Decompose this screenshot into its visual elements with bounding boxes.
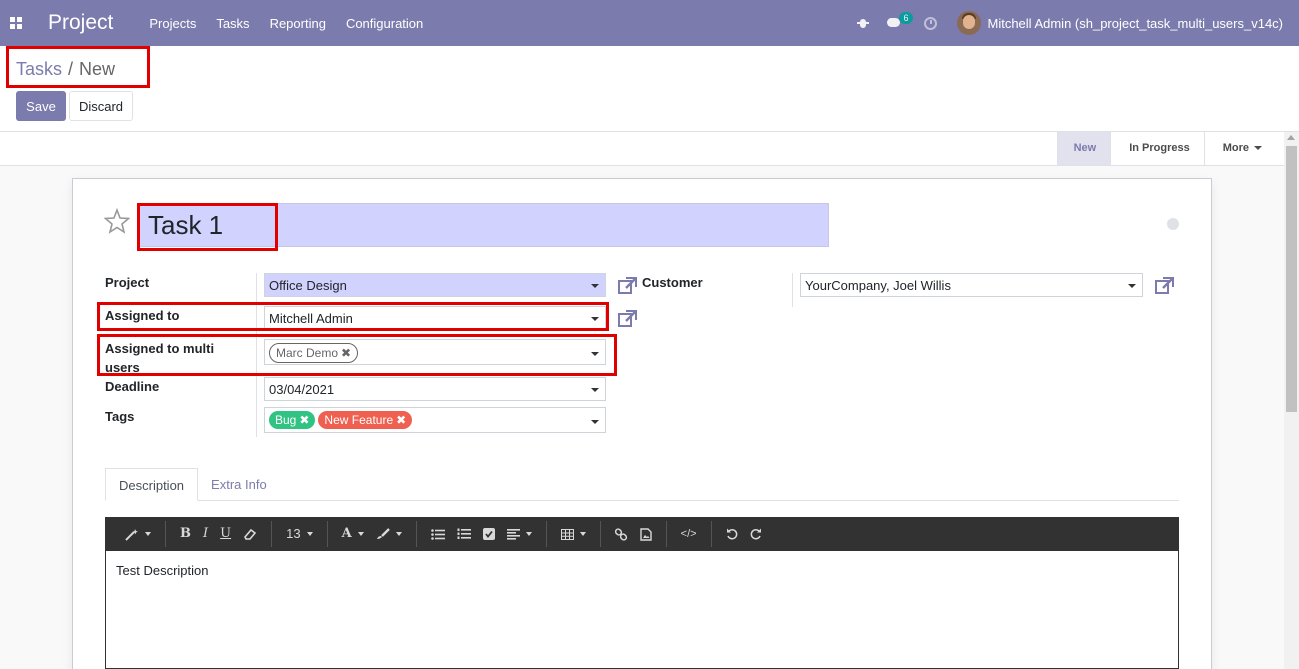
debug-bug-icon[interactable]	[857, 17, 870, 29]
font-size-dropdown[interactable]: 13	[280, 521, 318, 547]
tags-select[interactable]: Bug ✖ New Feature ✖	[264, 407, 606, 433]
control-panel: Tasks / New Save Discard	[0, 46, 1299, 132]
stage-in-progress[interactable]: In Progress	[1110, 132, 1204, 165]
highlight-brush-icon[interactable]	[370, 521, 408, 547]
toolbar-group-history	[712, 521, 776, 547]
vertical-scrollbar[interactable]	[1284, 132, 1299, 669]
italic-icon[interactable]: I	[197, 521, 214, 547]
external-link-icon[interactable]	[1155, 277, 1174, 294]
apps-menu-icon[interactable]	[10, 17, 22, 29]
top-navbar: Project Projects Tasks Reporting Configu…	[0, 0, 1299, 46]
external-link-icon[interactable]	[618, 310, 637, 327]
description-editor[interactable]: Test Description	[105, 551, 1179, 669]
save-button[interactable]: Save	[16, 91, 66, 121]
bullet-list-icon[interactable]	[425, 521, 451, 547]
remove-tag-icon[interactable]: ✖	[396, 413, 406, 427]
magic-wand-icon[interactable]	[119, 521, 157, 547]
stage-selector: New In Progress More	[1056, 132, 1276, 165]
chevron-down-icon	[145, 532, 151, 536]
toolbar-group-font: B I U	[166, 521, 273, 547]
stage-new[interactable]: New	[1056, 132, 1111, 165]
table-icon[interactable]	[555, 521, 592, 547]
messaging-count-badge: 6	[899, 12, 913, 24]
stage-more-label: More	[1222, 142, 1249, 154]
align-icon[interactable]	[501, 521, 538, 547]
deadline-label: Deadline	[105, 379, 160, 394]
tab-extra-info[interactable]: Extra Info	[198, 468, 280, 501]
eraser-icon[interactable]	[237, 521, 263, 547]
messaging-icon[interactable]: 6	[887, 12, 913, 29]
user-avatar[interactable]	[957, 11, 982, 35]
numbered-list-icon[interactable]	[451, 521, 477, 547]
link-icon[interactable]	[609, 521, 634, 547]
deadline-value: 03/04/2021	[269, 382, 335, 397]
chevron-down-icon	[306, 532, 313, 536]
customer-label: Customer	[642, 275, 703, 290]
highlight-box-title	[137, 203, 278, 251]
toolbar-group-insert	[601, 521, 667, 547]
scroll-up-arrow-icon[interactable]	[1287, 135, 1295, 140]
chevron-down-icon	[579, 532, 586, 536]
user-menu-name[interactable]: Mitchell Admin (sh_project_task_multi_us…	[987, 16, 1283, 31]
scrollbar-thumb[interactable]	[1286, 146, 1297, 412]
chevron-down-icon	[1254, 146, 1262, 151]
toolbar-group-color: A	[328, 521, 417, 547]
activity-clock-icon[interactable]	[924, 16, 938, 30]
undo-icon[interactable]	[720, 521, 744, 547]
description-content: Test Description	[116, 563, 209, 578]
image-icon[interactable]	[634, 521, 658, 547]
menu-tasks[interactable]: Tasks	[216, 16, 249, 31]
tab-description[interactable]: Description	[105, 468, 199, 501]
toolbar-group-style	[111, 521, 166, 547]
highlight-box-multi-users	[97, 334, 617, 376]
bold-icon[interactable]: B	[174, 521, 197, 547]
toolbar-group-code: </>	[667, 521, 712, 547]
customer-value: YourCompany, Joel Willis	[805, 278, 951, 293]
toolbar-group-lists	[417, 521, 547, 547]
stage-more-dropdown[interactable]: More	[1203, 132, 1276, 165]
font-color-icon[interactable]: A	[336, 521, 370, 547]
app-title: Project	[48, 11, 114, 34]
tags-label: Tags	[105, 409, 135, 424]
redo-icon[interactable]	[744, 521, 768, 547]
highlight-box-breadcrumb	[6, 46, 150, 88]
chevron-down-icon	[395, 532, 402, 536]
dropdown-arrow-icon	[591, 284, 599, 288]
project-select[interactable]: Office Design	[264, 273, 606, 297]
customer-select[interactable]: YourCompany, Joel Willis	[800, 273, 1143, 297]
toolbar-group-table	[547, 521, 601, 547]
deadline-datepicker[interactable]: 03/04/2021	[264, 377, 606, 401]
project-label: Project	[105, 275, 150, 290]
font-size-value: 13	[286, 526, 301, 541]
tag-bug: Bug ✖	[269, 411, 316, 429]
star-priority-icon[interactable]	[104, 208, 130, 234]
dropdown-arrow-icon	[1128, 284, 1136, 288]
chevron-down-icon	[525, 532, 532, 536]
statusbar: New In Progress More	[0, 132, 1284, 166]
dropdown-arrow-icon	[591, 420, 599, 424]
tag-label: New Feature	[324, 413, 394, 427]
menu-configuration[interactable]: Configuration	[346, 16, 423, 31]
editor-toolbar: B I U 13 A </>	[105, 517, 1179, 551]
label-separator	[792, 273, 793, 307]
project-value: Office Design	[269, 278, 347, 293]
dropdown-arrow-icon	[591, 388, 599, 392]
highlight-box-assigned	[97, 302, 609, 331]
checklist-icon[interactable]	[477, 521, 501, 547]
code-view-icon[interactable]: </>	[675, 521, 703, 547]
chevron-down-icon	[357, 532, 364, 536]
tag-new-feature: New Feature ✖	[318, 411, 413, 429]
main-menu: Projects Tasks Reporting Configuration	[149, 16, 443, 31]
remove-tag-icon[interactable]: ✖	[299, 413, 309, 427]
kanban-state-dot[interactable]	[1167, 218, 1179, 230]
tag-label: Bug	[275, 413, 297, 427]
menu-projects[interactable]: Projects	[149, 16, 196, 31]
underline-icon[interactable]: U	[214, 521, 237, 547]
discard-button[interactable]: Discard	[69, 91, 133, 121]
systray: 6 Mitchell Admin (sh_project_task_multi_…	[841, 0, 1283, 46]
external-link-icon[interactable]	[618, 277, 637, 294]
menu-reporting[interactable]: Reporting	[270, 16, 326, 31]
notebook-tabs: Description Extra Info	[105, 468, 1179, 501]
toolbar-group-fontsize: 13	[272, 521, 328, 547]
